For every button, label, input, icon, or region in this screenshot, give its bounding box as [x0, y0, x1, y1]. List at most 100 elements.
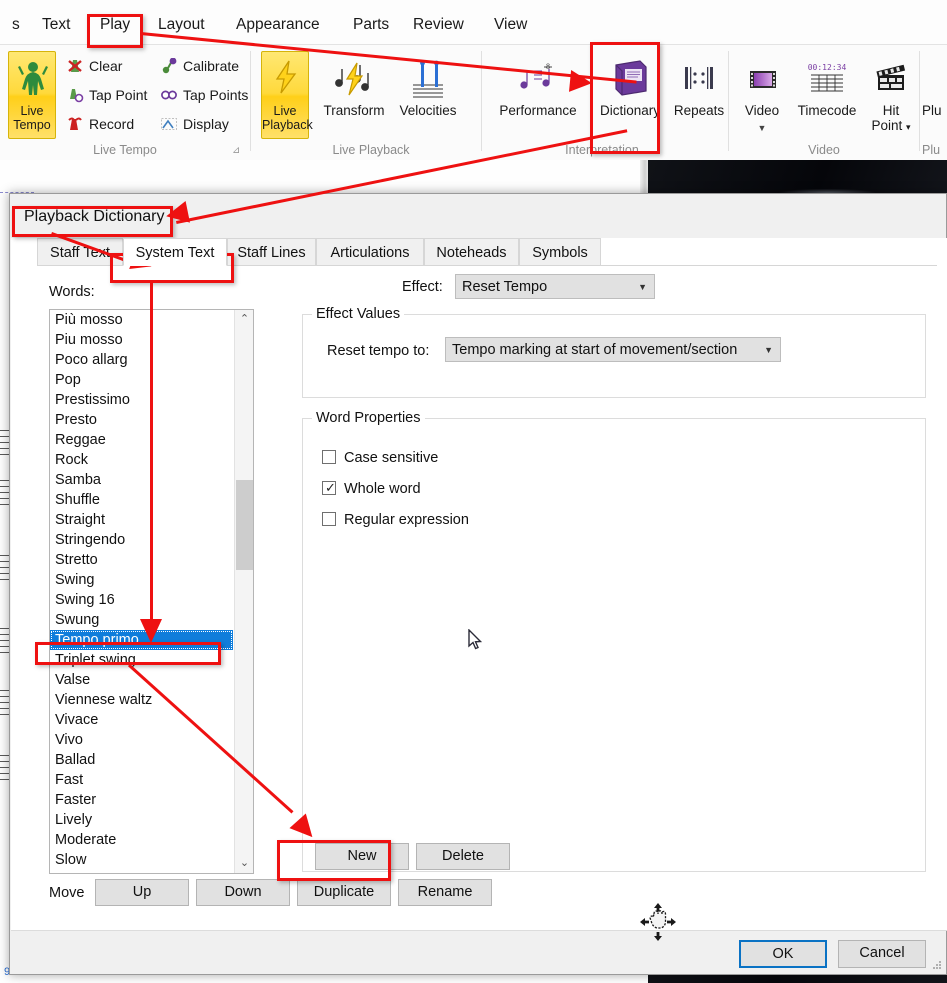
reset-tempo-combobox-value: Tempo marking at start of movement/secti…	[452, 342, 738, 358]
rename-button[interactable]: Rename	[398, 879, 492, 906]
menu-item-view[interactable]: View	[486, 10, 535, 40]
chevron-down-icon[interactable]: ▼	[733, 121, 791, 136]
repeats-button-label: Repeats	[673, 103, 725, 118]
list-item[interactable]: Slow	[50, 850, 233, 870]
effect-combobox-value: Reset Tempo	[462, 279, 548, 295]
list-item[interactable]: Shuffle	[50, 490, 233, 510]
list-item[interactable]: Rock	[50, 450, 233, 470]
live-playback-button[interactable]: Live Playback	[261, 51, 313, 139]
move-down-button[interactable]: Down	[196, 879, 290, 906]
mouse-cursor-pointer	[468, 628, 484, 653]
chevron-down-icon[interactable]: ▼	[638, 275, 647, 299]
timecode-button[interactable]: 00:12:34 Timecode	[791, 53, 863, 141]
video-button[interactable]: Video ▼	[733, 53, 791, 141]
list-item[interactable]: Viennese waltz	[50, 690, 233, 710]
timecode-value: 00:12:34	[808, 63, 847, 72]
tab-symbols[interactable]: Symbols	[519, 238, 601, 266]
reset-tempo-combobox[interactable]: Tempo marking at start of movement/secti…	[445, 337, 781, 362]
list-item[interactable]: Piu mosso	[50, 330, 233, 350]
list-item[interactable]: Swing	[50, 570, 233, 590]
annotation-arrowhead-title	[164, 201, 190, 227]
annotation-box-dialog-title	[12, 206, 173, 237]
words-list-scrollbar[interactable]: ⌃ ⌄	[234, 310, 253, 873]
duplicate-button[interactable]: Duplicate	[297, 879, 391, 906]
tap-points-button[interactable]: Tap Points	[160, 82, 248, 108]
move-up-button[interactable]: Up	[95, 879, 189, 906]
list-item[interactable]: Straight	[50, 510, 233, 530]
list-item[interactable]: Stringendo	[50, 530, 233, 550]
list-item[interactable]: Faster	[50, 790, 233, 810]
list-item[interactable]: Pop	[50, 370, 233, 390]
effect-label: Effect:	[402, 279, 443, 295]
video-button-label: Video	[744, 103, 780, 118]
annotation-arrowhead-dictionary	[568, 69, 594, 95]
display-button[interactable]: Display	[160, 111, 229, 137]
ribbon-body: Live Tempo Clear Tap Point Record Calibr…	[0, 44, 947, 161]
transform-button[interactable]: Transform	[317, 53, 391, 141]
list-item[interactable]: Ballad	[50, 750, 233, 770]
tab-articulations[interactable]: Articulations	[316, 238, 424, 266]
list-item[interactable]: Presto	[50, 410, 233, 430]
ok-button[interactable]: OK	[739, 940, 827, 968]
menu-item-parts[interactable]: Parts	[345, 10, 397, 40]
list-item[interactable]: Poco allarg	[50, 350, 233, 370]
delete-button[interactable]: Delete	[416, 843, 510, 870]
repeats-barline-icon	[672, 57, 726, 101]
regular-expression-checkbox[interactable]	[322, 512, 336, 526]
repeats-button[interactable]: Repeats	[672, 53, 726, 141]
case-sensitive-checkbox[interactable]	[322, 450, 336, 464]
move-label: Move	[49, 885, 85, 901]
tab-system-text[interactable]: System Text	[123, 238, 227, 266]
performance-button[interactable]: 8 Performance	[490, 53, 586, 141]
tab-staff-lines[interactable]: Staff Lines	[227, 238, 316, 266]
list-item[interactable]: Reggae	[50, 430, 233, 450]
cancel-button[interactable]: Cancel	[838, 940, 926, 968]
ribbon-group-title-video: Video	[808, 143, 840, 157]
clear-metronome-icon	[66, 56, 84, 72]
dialog-launcher-icon[interactable]: ⊿	[232, 145, 240, 156]
ribbon-group-live-tempo: Live Tempo Clear Tap Point Record Calibr…	[0, 45, 250, 159]
scroll-up-icon[interactable]: ⌃	[235, 310, 253, 329]
scroll-down-icon[interactable]: ⌄	[235, 854, 253, 873]
chevron-down-icon[interactable]: ▾	[906, 122, 911, 132]
resize-grip[interactable]	[932, 961, 942, 971]
lightning-icon	[262, 58, 308, 96]
chevron-down-icon[interactable]: ▼	[764, 338, 773, 362]
velocities-button[interactable]: Velocities	[391, 53, 465, 141]
calibrate-button[interactable]: Calibrate	[160, 53, 239, 79]
effect-combobox[interactable]: Reset Tempo ▼	[455, 274, 655, 299]
menu-item-text[interactable]: Text	[34, 10, 78, 40]
list-item[interactable]: Lively	[50, 810, 233, 830]
tab-noteheads[interactable]: Noteheads	[424, 238, 519, 266]
hit-point-button[interactable]: Hit Point ▾	[863, 53, 919, 141]
list-item[interactable]: Samba	[50, 470, 233, 490]
list-item[interactable]: Stretto	[50, 550, 233, 570]
velocities-button-label: Velocities	[399, 103, 457, 118]
system-text-panel: Words: Più mosso Piu mosso Poco allarg P…	[37, 266, 937, 906]
clear-button[interactable]: Clear	[66, 53, 122, 79]
list-item[interactable]: Vivace	[50, 710, 233, 730]
tap-point-button[interactable]: Tap Point	[66, 82, 147, 108]
list-item[interactable]: Prestissimo	[50, 390, 233, 410]
menu-item-s[interactable]: s	[4, 10, 28, 40]
transform-button-label: Transform	[323, 103, 385, 118]
live-tempo-button[interactable]: Live Tempo	[8, 51, 56, 139]
regular-expression-label: Regular expression	[344, 512, 469, 528]
live-tempo-button-label: Live Tempo	[13, 104, 51, 132]
ribbon-group-title-live-playback: Live Playback	[332, 143, 410, 157]
list-item[interactable]: Valse	[50, 670, 233, 690]
list-item[interactable]: Fast	[50, 770, 233, 790]
menu-item-review[interactable]: Review	[405, 10, 472, 40]
menu-item-appearance[interactable]: Appearance	[228, 10, 328, 40]
record-button[interactable]: Record	[66, 111, 134, 137]
words-label: Words:	[49, 284, 95, 300]
whole-word-checkbox[interactable]: ✓	[322, 481, 336, 495]
svg-text:8: 8	[546, 62, 550, 71]
list-item[interactable]: Moderate	[50, 830, 233, 850]
list-item[interactable]: Più mosso	[50, 310, 233, 330]
ribbon-group-title-live-tempo: Live Tempo	[93, 143, 157, 157]
list-item[interactable]: Swing 16	[50, 590, 233, 610]
scrollbar-thumb[interactable]	[236, 480, 253, 570]
plugins-button[interactable]: Plu	[920, 53, 947, 141]
live-playback-button-label: Live Playback	[262, 104, 313, 132]
